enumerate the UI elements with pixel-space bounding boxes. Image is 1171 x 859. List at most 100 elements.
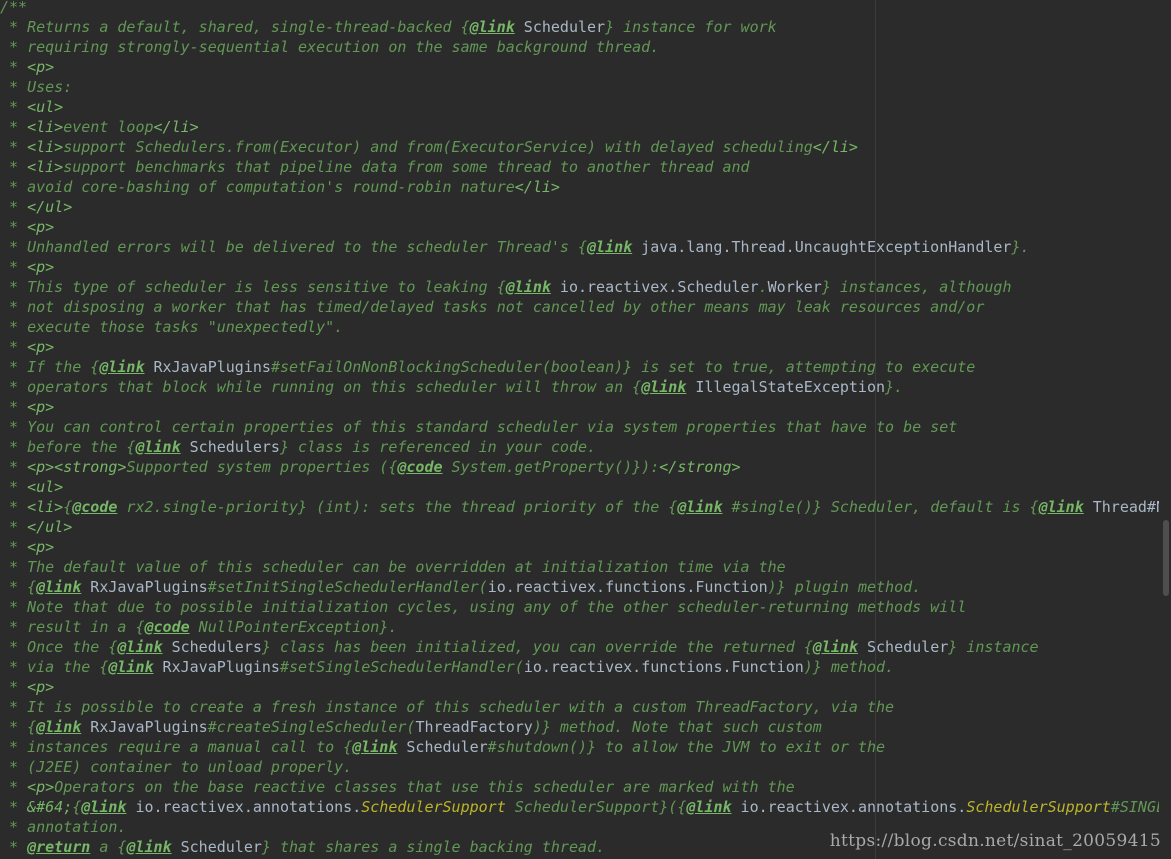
code-token: * before the { — [0, 438, 136, 456]
code-line[interactable]: * </ul> — [0, 517, 1171, 537]
code-token: @link — [81, 798, 127, 816]
code-line[interactable]: * <li>support Schedulers.from(Executor) … — [0, 137, 1171, 157]
code-line[interactable]: * <p> — [0, 217, 1171, 237]
code-line[interactable]: * {@link RxJavaPlugins#createSingleSched… — [0, 717, 1171, 737]
code-line[interactable]: * Unhandled errors will be delivered to … — [0, 237, 1171, 257]
code-token: * You can control certain properties of … — [0, 418, 958, 436]
code-token: )} plugin method. — [767, 578, 922, 596]
code-line[interactable]: * If the {@link RxJavaPlugins#setFailOnN… — [0, 357, 1171, 377]
code-line[interactable]: * <p> — [0, 57, 1171, 77]
code-line[interactable]: * <li>support benchmarks that pipeline d… — [0, 157, 1171, 177]
code-token: Scheduler — [514, 18, 606, 36]
code-token: Scheduler — [857, 638, 949, 656]
code-token: )} method. — [803, 658, 895, 676]
code-token: } class is referenced in your code. — [279, 438, 597, 456]
code-token: * { — [0, 718, 37, 736]
code-line[interactable]: * Returns a default, shared, single-thre… — [0, 17, 1171, 37]
code-token: #SINGL — [1110, 798, 1166, 816]
code-token: } instances, although — [821, 278, 1012, 296]
code-token: </li> — [812, 138, 858, 156]
code-token: rx2.single-priority} (int): sets the thr… — [117, 498, 678, 516]
code-line[interactable]: * This type of scheduler is less sensiti… — [0, 277, 1171, 297]
code-token: * — [0, 58, 28, 76]
code-token: * requiring strongly-sequential executio… — [0, 38, 660, 56]
code-line[interactable]: * It is possible to create a fresh insta… — [0, 697, 1171, 717]
code-token: * — [0, 498, 28, 516]
code-token: &#64; — [27, 798, 73, 816]
code-token: </li> — [514, 178, 560, 196]
code-line[interactable]: * not disposing a worker that has timed/… — [0, 297, 1171, 317]
code-line[interactable]: * <li>event loop</li> — [0, 117, 1171, 137]
code-line[interactable]: /** — [0, 0, 1171, 17]
code-line[interactable]: * before the {@link Schedulers} class is… — [0, 437, 1171, 457]
code-token: )} method. Note that such custom — [532, 718, 822, 736]
code-token: * — [0, 538, 28, 556]
code-line[interactable]: * instances require a manual call to {@l… — [0, 737, 1171, 757]
javadoc-comment-block[interactable]: /** * Returns a default, shared, single-… — [0, 0, 1171, 857]
code-line[interactable]: * requiring strongly-sequential executio… — [0, 37, 1171, 57]
code-token: @return — [27, 838, 91, 856]
code-line[interactable]: * &#64;{@link io.reactivex.annotations.S… — [0, 797, 1171, 817]
code-token: io.reactivex.functions.Function — [523, 658, 804, 676]
code-token: <p> — [27, 218, 55, 236]
code-token: Scheduler — [171, 838, 262, 856]
code-token: @link — [135, 438, 181, 456]
code-token: @link — [36, 718, 82, 736]
code-line[interactable]: * <p> — [0, 337, 1171, 357]
code-token: #setInitSingleSchedulerHandler( — [207, 578, 488, 596]
code-line[interactable]: * <p> — [0, 677, 1171, 697]
code-token: * — [0, 678, 28, 696]
watermark-url: https://blog.csdn.net/sinat_20059415 — [829, 831, 1161, 851]
code-line[interactable]: * Note that due to possible initializati… — [0, 597, 1171, 617]
code-line[interactable]: * You can control certain properties of … — [0, 417, 1171, 437]
code-line[interactable]: * result in a {@code NullPointerExceptio… — [0, 617, 1171, 637]
vertical-scrollbar[interactable] — [1159, 0, 1171, 859]
code-token: <p> — [27, 58, 55, 76]
code-token: @link — [1038, 498, 1084, 516]
code-token: RxJavaPlugins — [81, 718, 208, 736]
code-editor[interactable]: /** * Returns a default, shared, single-… — [0, 0, 1171, 859]
code-token: @link — [812, 638, 858, 656]
code-token: * — [0, 258, 28, 276]
code-token: * Unhandled errors will be delivered to … — [0, 238, 587, 256]
code-token: * The default value of this scheduler ca… — [0, 558, 786, 576]
code-line[interactable]: * The default value of this scheduler ca… — [0, 557, 1171, 577]
code-line[interactable]: * avoid core-bashing of computation's ro… — [0, 177, 1171, 197]
code-token: * — [0, 398, 28, 416]
code-line[interactable]: * Once the {@link Schedulers} class has … — [0, 637, 1171, 657]
code-token: @code — [144, 618, 190, 636]
code-token: * It is possible to create a fresh insta… — [0, 698, 895, 716]
code-line[interactable]: * <p>Operators on the base reactive clas… — [0, 777, 1171, 797]
code-line[interactable]: * execute those tasks "unexpectedly". — [0, 317, 1171, 337]
scrollbar-thumb[interactable] — [1163, 520, 1169, 596]
code-token: * — [0, 518, 28, 536]
code-line[interactable]: * <p> — [0, 257, 1171, 277]
code-line[interactable]: * <p> — [0, 537, 1171, 557]
code-line[interactable]: * <p><strong>Supported system properties… — [0, 457, 1171, 477]
code-token: Scheduler — [397, 738, 488, 756]
code-token: @link — [677, 498, 723, 516]
code-token: <p><strong> — [27, 458, 127, 476]
code-token: * — [0, 458, 28, 476]
code-line[interactable]: * <ul> — [0, 97, 1171, 117]
code-line[interactable]: * operators that block while running on … — [0, 377, 1171, 397]
code-line[interactable]: * {@link RxJavaPlugins#setInitSingleSche… — [0, 577, 1171, 597]
code-token: * Uses: — [0, 78, 73, 96]
code-token: <p> — [27, 678, 55, 696]
code-token: io.reactivex.Scheduler — [550, 278, 759, 296]
code-token: * Returns a default, shared, single-thre… — [0, 18, 470, 36]
code-token: * — [0, 778, 28, 796]
code-line[interactable]: * (J2EE) container to unload properly. — [0, 757, 1171, 777]
code-token: * — [0, 118, 28, 136]
code-line[interactable]: * <p> — [0, 397, 1171, 417]
code-token: <p> — [27, 338, 55, 356]
code-line[interactable]: * Uses: — [0, 77, 1171, 97]
code-token: </ul> — [27, 518, 73, 536]
code-token: IllegalStateException — [686, 378, 886, 396]
code-token: Supported system properties ({ — [126, 458, 398, 476]
code-line[interactable]: * via the {@link RxJavaPlugins#setSingle… — [0, 657, 1171, 677]
code-token: event loop — [63, 118, 154, 136]
code-line[interactable]: * <ul> — [0, 477, 1171, 497]
code-line[interactable]: * </ul> — [0, 197, 1171, 217]
code-line[interactable]: * <li>{@code rx2.single-priority} (int):… — [0, 497, 1171, 517]
